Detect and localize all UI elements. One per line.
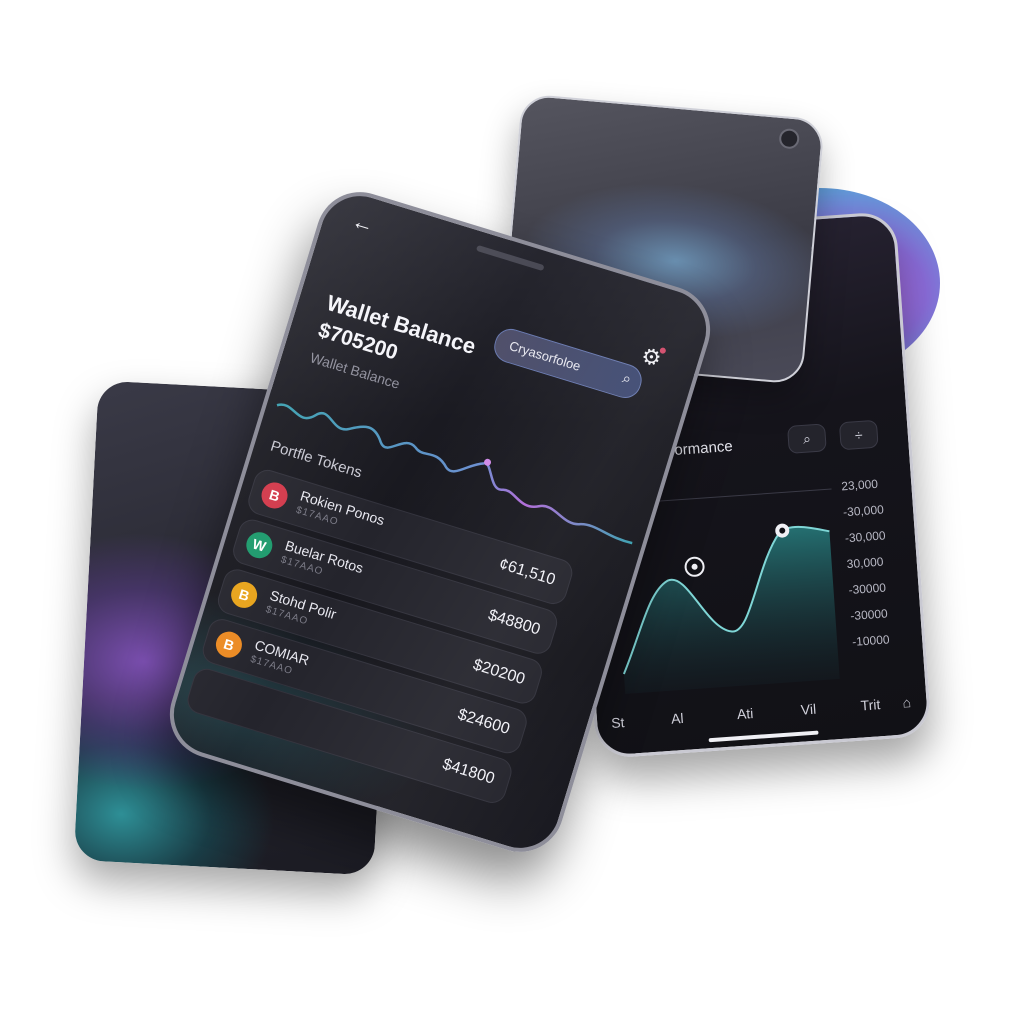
token-value: $48800	[486, 606, 543, 639]
tab-4[interactable]: Vil	[800, 701, 816, 718]
y-axis-label: 30,000	[846, 555, 884, 572]
token-logo-icon: B	[212, 628, 246, 661]
tab-5[interactable]: Trit	[860, 696, 881, 713]
search-icon: ⌕	[620, 369, 634, 389]
search-pill[interactable]: Cryasorfoloe ⌕	[490, 325, 646, 402]
y-axis-label: -30,000	[844, 528, 886, 545]
tab-1[interactable]: St	[611, 714, 625, 731]
back-arrow-icon[interactable]: ←	[349, 208, 377, 239]
tab-3[interactable]: Ati	[736, 705, 753, 722]
token-value: $41800	[440, 755, 497, 788]
token-logo-icon: B	[258, 479, 291, 512]
divide-icon: ÷	[854, 426, 864, 444]
y-axis-label: -30,000	[843, 502, 885, 519]
token-name: Rokien Ponos	[298, 487, 387, 529]
speaker-notch	[475, 244, 545, 272]
token-logo-icon: W	[243, 528, 276, 562]
y-axis-label: 23,000	[841, 477, 879, 494]
token-logo-icon: B	[227, 578, 261, 612]
sparkline-point	[484, 458, 492, 466]
search-button[interactable]: ⌕	[786, 423, 827, 454]
y-axis-label: -10000	[852, 632, 891, 649]
performance-title: ormance	[673, 437, 734, 459]
token-value: $24600	[455, 706, 512, 738]
y-axis-label: -30000	[848, 580, 887, 597]
search-icon: ⌕	[802, 430, 812, 447]
bank-icon[interactable]: ⌂	[902, 694, 912, 711]
token-value: $20200	[470, 656, 527, 689]
tab-2[interactable]: Al	[671, 710, 685, 727]
wallet-phone: ← ⚙ Cryasorfoloe ⌕ Wallet Balance $70520…	[158, 181, 722, 863]
search-label: Cryasorfoloe	[507, 337, 583, 374]
divide-button[interactable]: ÷	[838, 419, 879, 451]
y-axis-label: -30000	[850, 606, 889, 623]
token-value: ¢61,510	[497, 555, 558, 589]
camera-dot	[778, 127, 801, 150]
